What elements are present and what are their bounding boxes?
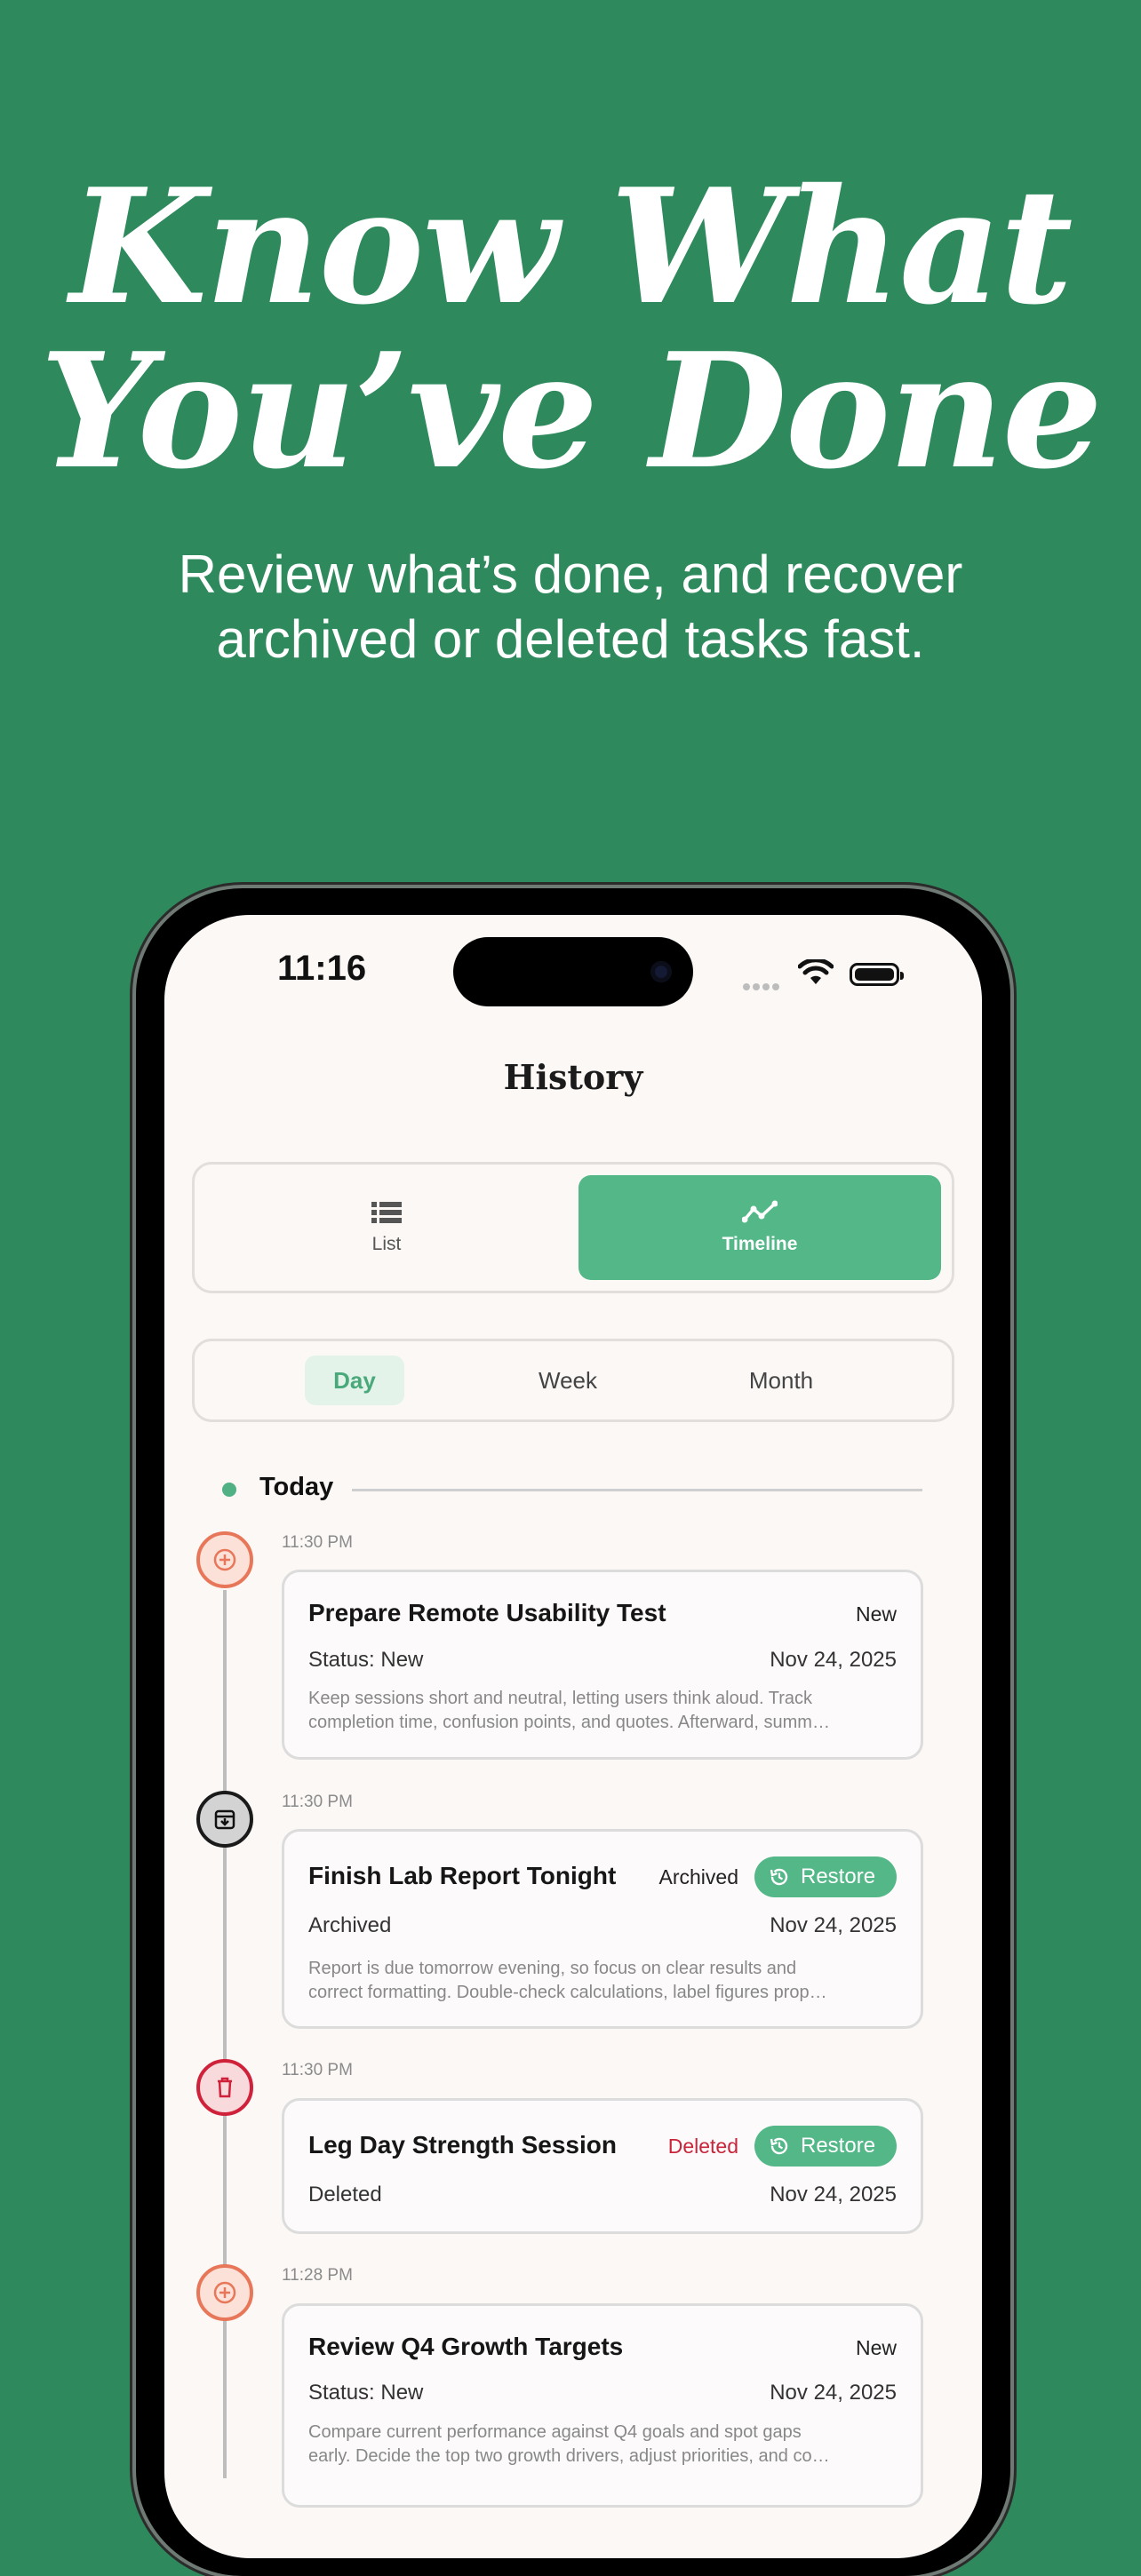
restore-icon [770, 2137, 788, 2155]
card-status: Status: New [308, 1648, 424, 1672]
card-description: Keep sessions short and neutral, letting… [308, 1687, 900, 1735]
card-title: Prepare Remote Usability Test [308, 1599, 666, 1626]
view-option-list[interactable]: List [205, 1175, 568, 1280]
card-description: Report is due tomorrow evening, so focus… [308, 1957, 900, 2005]
restore-icon [770, 1868, 788, 1886]
history-card[interactable]: Leg Day Strength Session Deleted Restore… [282, 2098, 923, 2234]
hero-title-line-1: Know What [69, 154, 1073, 339]
hero-subtitle: Review what’s done, and recover archived… [0, 542, 1141, 672]
view-option-list-label: List [371, 1234, 402, 1254]
entry-time: 11:30 PM [282, 1793, 353, 1811]
entry-time: 11:30 PM [282, 1533, 353, 1552]
history-card[interactable]: Prepare Remote Usability Test New Status… [282, 1570, 923, 1760]
restore-button[interactable]: Restore [754, 2126, 897, 2167]
card-status: Status: New [308, 2381, 424, 2405]
restore-button[interactable]: Restore [754, 1856, 897, 1897]
card-status: Archived [308, 1913, 392, 1937]
camera-icon [650, 961, 672, 982]
hero-title-line-2: You’ve Done [39, 318, 1103, 504]
timeline-node-deleted [196, 2059, 253, 2116]
list-icon [371, 1202, 402, 1223]
dynamic-island [453, 937, 693, 1006]
card-description-line: Keep sessions short and neutral, letting… [308, 1689, 812, 1708]
card-title: Finish Lab Report Tonight [308, 1862, 617, 1889]
view-toggle: List Timeline [192, 1162, 954, 1293]
restore-button-label: Restore [801, 1864, 876, 1888]
status-badge: Deleted [667, 2135, 738, 2158]
view-option-timeline-label: Timeline [722, 1234, 798, 1254]
plus-circle-icon [213, 1548, 236, 1571]
timeline-node-new [196, 1531, 253, 1588]
card-date: Nov 24, 2025 [770, 2182, 897, 2206]
card-description: Compare current performance against Q4 g… [308, 2421, 900, 2469]
section-label: Today [259, 1473, 334, 1501]
entry-time: 11:28 PM [282, 2266, 353, 2285]
range-tabs: Day Week Month [192, 1339, 954, 1422]
entry-time: 11:30 PM [282, 2061, 353, 2079]
card-date: Nov 24, 2025 [770, 1913, 897, 1937]
battery-icon [850, 963, 904, 986]
hero-title: Know What You’ve Done [0, 164, 1141, 493]
wifi-icon [798, 959, 834, 984]
card-description-line: Report is due tomorrow evening, so focus… [308, 1959, 797, 1978]
signal-icon [743, 979, 787, 990]
archive-icon [214, 1809, 235, 1830]
status-badge: New [855, 1602, 897, 1626]
status-time: 11:16 [277, 949, 367, 988]
tab-day[interactable]: Day [305, 1356, 404, 1405]
history-card[interactable]: Finish Lab Report Tonight Archived Resto… [282, 1829, 923, 2029]
card-description-line: completion time, confusion points, and q… [308, 1713, 830, 1732]
hero-subtitle-line-2: archived or deleted tasks fast. [216, 609, 925, 669]
tab-month[interactable]: Month [719, 1356, 843, 1405]
page-title: History [503, 1057, 643, 1097]
card-description-line: Compare current performance against Q4 g… [308, 2422, 802, 2442]
tab-week[interactable]: Week [515, 1356, 621, 1405]
plus-circle-icon [213, 2281, 236, 2304]
timeline-rail [223, 1590, 227, 2478]
restore-button-label: Restore [801, 2134, 876, 2158]
card-title: Review Q4 Growth Targets [308, 2333, 624, 2360]
section-dot [222, 1483, 236, 1497]
card-date: Nov 24, 2025 [770, 1648, 897, 1672]
view-option-timeline[interactable]: Timeline [578, 1175, 941, 1280]
section-divider [352, 1489, 922, 1491]
trash-icon [218, 2077, 232, 2098]
card-date: Nov 24, 2025 [770, 2381, 897, 2405]
timeline-node-archived [196, 1791, 253, 1848]
timeline-icon [742, 1200, 778, 1223]
history-card[interactable]: Review Q4 Growth Targets New Status: New… [282, 2303, 923, 2508]
timeline-node-new [196, 2264, 253, 2321]
card-title: Leg Day Strength Session [308, 2131, 617, 2159]
card-description-line: early. Decide the top two growth drivers… [308, 2446, 830, 2466]
card-description-line: correct formatting. Double-check calcula… [308, 1983, 827, 2002]
hero-subtitle-line-1: Review what’s done, and recover [178, 545, 963, 604]
status-badge: New [855, 2336, 897, 2359]
status-badge: Archived [658, 1865, 738, 1888]
card-status: Deleted [308, 2182, 382, 2206]
